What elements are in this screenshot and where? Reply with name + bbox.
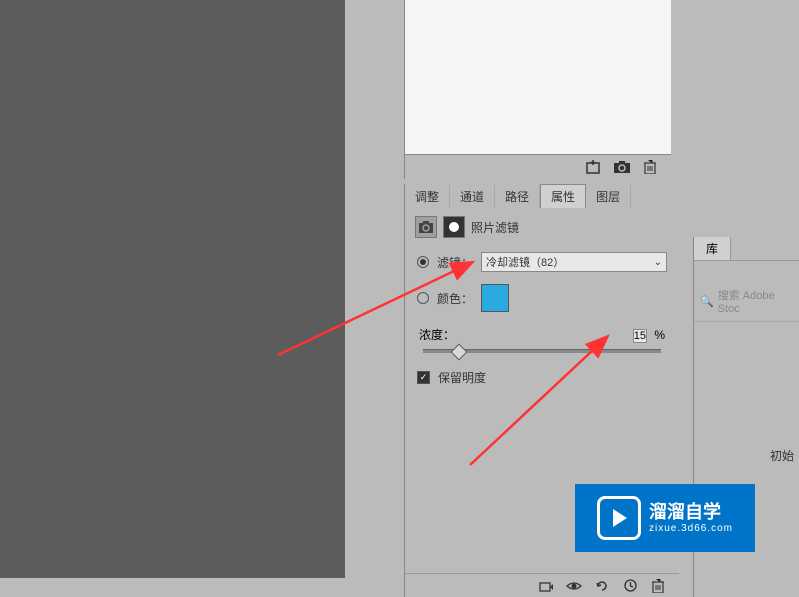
library-init-text: 初始	[770, 447, 794, 464]
watermark: 溜溜自学 zixue.3d66.com	[575, 484, 755, 552]
preserve-luminosity-label: 保留明度	[438, 369, 486, 386]
new-file-icon[interactable]	[585, 159, 603, 175]
watermark-url: zixue.3d66.com	[649, 523, 733, 534]
tab-channel[interactable]: 通道	[450, 185, 495, 208]
watermark-brand: 溜溜自学	[649, 502, 733, 524]
filter-row: 滤镜： 冷却滤镜（82） ⌄	[405, 246, 679, 278]
chevron-down-icon: ⌄	[654, 257, 662, 268]
properties-header: 照片滤镜	[405, 208, 679, 246]
color-radio[interactable]	[417, 292, 429, 304]
tab-path[interactable]: 路径	[495, 185, 540, 208]
filter-radio[interactable]	[417, 256, 429, 268]
tab-layers[interactable]: 图层	[586, 185, 631, 208]
document-preview-panel	[404, 0, 671, 155]
filter-select[interactable]: 冷却滤镜（82） ⌄	[481, 252, 667, 272]
layer-mask-icon[interactable]	[443, 216, 465, 238]
search-icon: 🔍	[700, 295, 714, 308]
trash-icon[interactable]	[641, 159, 659, 175]
preserve-luminosity-checkbox[interactable]: ✓	[417, 371, 430, 384]
trash-icon[interactable]	[649, 578, 667, 594]
tab-libraries[interactable]: 库	[694, 237, 731, 260]
tab-adjust[interactable]: 调整	[405, 185, 450, 208]
density-slider[interactable]	[423, 349, 661, 353]
density-row: 浓度： 15 %	[405, 318, 679, 361]
camera-icon[interactable]	[613, 159, 631, 175]
color-label: 颜色：	[437, 290, 477, 307]
panel-tab-bar: 调整 通道 路径 属性 图层	[404, 184, 679, 208]
color-swatch[interactable]	[481, 284, 509, 312]
slider-thumb[interactable]	[450, 344, 467, 361]
preserve-luminosity-row: ✓ 保留明度	[405, 361, 679, 394]
search-row: 🔍 搜索 Adobe Stoc	[694, 281, 799, 322]
tab-properties[interactable]: 属性	[540, 184, 586, 208]
properties-footer	[405, 573, 679, 597]
color-row: 颜色：	[405, 278, 679, 318]
pin-icon[interactable]	[537, 578, 555, 594]
density-unit: %	[654, 328, 665, 342]
watermark-play-icon	[597, 496, 641, 540]
search-input[interactable]: 搜索 Adobe Stoc	[718, 287, 793, 315]
adjustment-layer-icon	[415, 216, 437, 238]
canvas-area	[0, 0, 345, 578]
visibility-icon[interactable]	[565, 578, 583, 594]
density-label: 浓度：	[419, 326, 455, 343]
doc-footer-toolbar	[404, 155, 671, 179]
filter-label: 滤镜：	[437, 254, 477, 271]
properties-title: 照片滤镜	[471, 219, 519, 236]
filter-select-value: 冷却滤镜（82）	[486, 254, 564, 270]
reset-icon[interactable]	[593, 578, 611, 594]
clock-icon[interactable]	[621, 578, 639, 594]
libraries-tab-row: 库	[694, 237, 799, 261]
density-input[interactable]: 15	[633, 329, 647, 343]
